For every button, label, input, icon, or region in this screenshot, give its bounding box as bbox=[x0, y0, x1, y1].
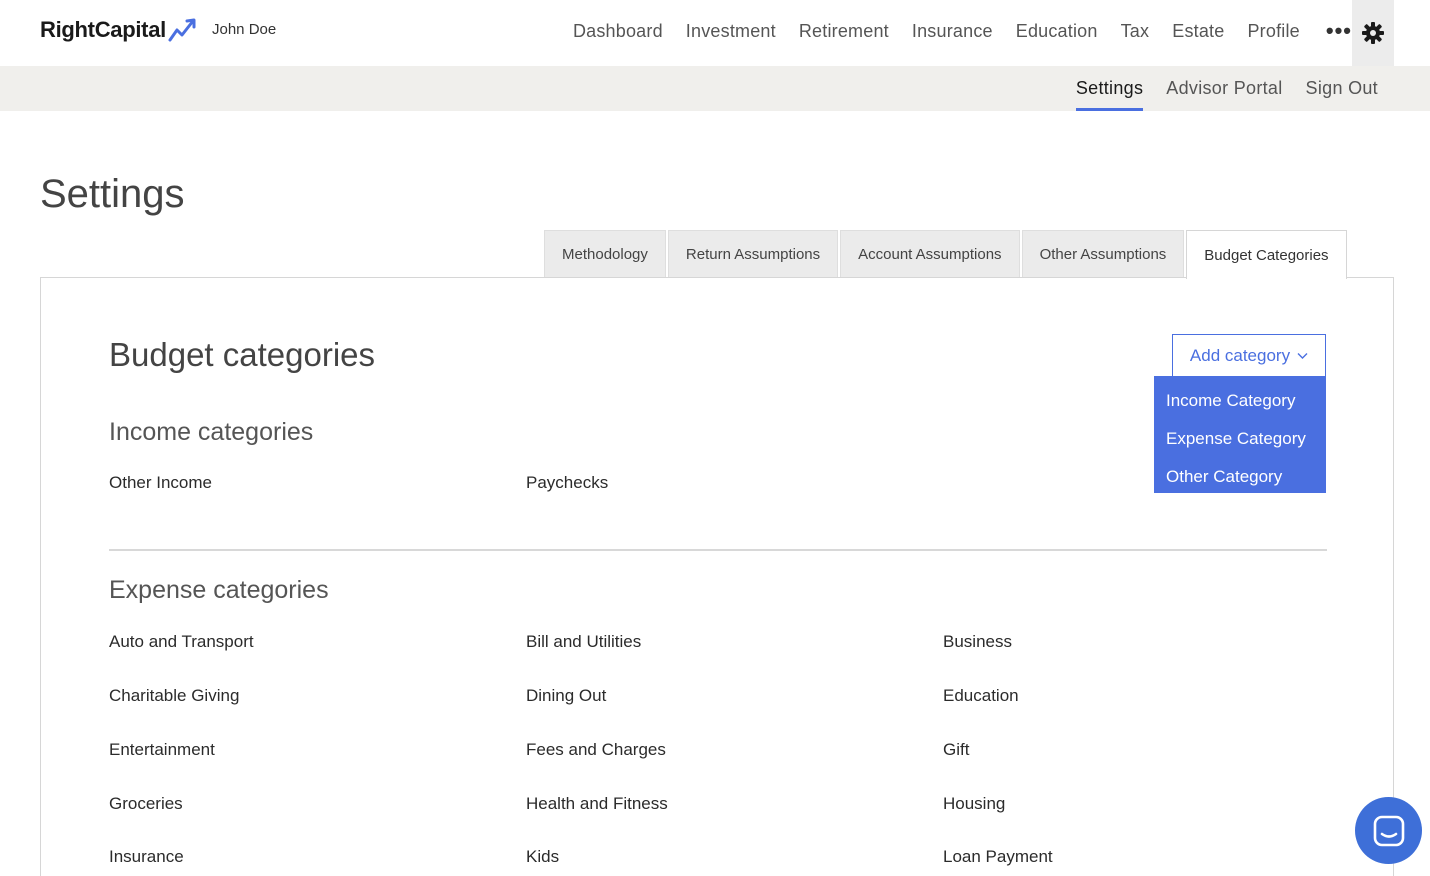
expense-category-item[interactable]: Education bbox=[943, 686, 1019, 706]
section-divider bbox=[109, 549, 1327, 551]
expense-category-item[interactable]: Dining Out bbox=[526, 686, 606, 706]
expense-category-item[interactable]: Business bbox=[943, 632, 1012, 652]
secondary-nav: Settings Advisor Portal Sign Out bbox=[1053, 66, 1378, 111]
settings-gear-button[interactable] bbox=[1352, 0, 1394, 66]
expense-category-item[interactable]: Housing bbox=[943, 794, 1005, 814]
menu-item-expense-category[interactable]: Expense Category bbox=[1154, 420, 1326, 458]
nav-tax[interactable]: Tax bbox=[1121, 21, 1150, 42]
main-nav: Dashboard Investment Retirement Insuranc… bbox=[550, 0, 1352, 62]
nav-education[interactable]: Education bbox=[1016, 21, 1098, 42]
subnav-settings[interactable]: Settings bbox=[1075, 66, 1144, 111]
nav-insurance[interactable]: Insurance bbox=[912, 21, 993, 42]
add-category-label: Add category bbox=[1189, 345, 1291, 365]
income-category-item[interactable]: Paychecks bbox=[526, 473, 608, 493]
expense-category-item[interactable]: Health and Fitness bbox=[526, 794, 668, 814]
income-category-item[interactable]: Other Income bbox=[109, 473, 212, 493]
tab-account-assumptions[interactable]: Account Assumptions bbox=[840, 230, 1020, 278]
nav-profile[interactable]: Profile bbox=[1247, 21, 1299, 42]
expense-category-item[interactable]: Insurance bbox=[109, 847, 184, 867]
budget-categories-panel: Budget categories Income categories Othe… bbox=[40, 277, 1394, 876]
brand-logo[interactable]: RightCapital bbox=[40, 16, 198, 44]
trend-arrow-icon bbox=[168, 18, 196, 42]
chevron-down-icon bbox=[1297, 353, 1308, 359]
gear-icon bbox=[1362, 22, 1384, 44]
brand-name: RightCapital bbox=[40, 17, 166, 42]
expense-category-item[interactable]: Entertainment bbox=[109, 740, 215, 760]
panel-title: Budget categories bbox=[109, 336, 376, 373]
secondary-header: Settings Advisor Portal Sign Out bbox=[0, 66, 1430, 111]
menu-item-income-category[interactable]: Income Category bbox=[1154, 382, 1326, 420]
page-title: Settings bbox=[40, 172, 185, 216]
more-horizontal-icon[interactable]: ••• bbox=[1326, 18, 1352, 44]
subnav-sign-out[interactable]: Sign Out bbox=[1306, 66, 1378, 111]
expense-category-item[interactable]: Fees and Charges bbox=[526, 740, 666, 760]
expense-category-item[interactable]: Groceries bbox=[109, 794, 183, 814]
add-category-button[interactable]: Add category bbox=[1172, 334, 1326, 377]
nav-dashboard[interactable]: Dashboard bbox=[573, 21, 663, 42]
nav-investment[interactable]: Investment bbox=[686, 21, 776, 42]
tab-other-assumptions[interactable]: Other Assumptions bbox=[1021, 230, 1185, 278]
chat-icon bbox=[1373, 815, 1404, 846]
nav-estate[interactable]: Estate bbox=[1172, 21, 1224, 42]
expense-category-item[interactable]: Auto and Transport bbox=[109, 632, 254, 652]
expense-category-item[interactable]: Charitable Giving bbox=[109, 686, 239, 706]
settings-tabs: Methodology Return Assumptions Account A… bbox=[544, 230, 1349, 279]
chat-launcher-button[interactable] bbox=[1355, 797, 1422, 864]
tab-return-assumptions[interactable]: Return Assumptions bbox=[667, 230, 839, 278]
client-name[interactable]: John Doe bbox=[212, 21, 276, 38]
expense-category-item[interactable]: Bill and Utilities bbox=[526, 632, 641, 652]
tab-budget-categories[interactable]: Budget Categories bbox=[1186, 230, 1347, 279]
expense-section-title: Expense categories bbox=[109, 576, 329, 604]
expense-category-item[interactable]: Kids bbox=[526, 847, 559, 867]
subnav-advisor-portal[interactable]: Advisor Portal bbox=[1166, 66, 1282, 111]
menu-item-other-category[interactable]: Other Category bbox=[1154, 458, 1326, 496]
income-section-title: Income categories bbox=[109, 418, 314, 446]
nav-retirement[interactable]: Retirement bbox=[799, 21, 889, 42]
add-category-menu: Income Category Expense Category Other C… bbox=[1154, 376, 1326, 493]
expense-category-item[interactable]: Gift bbox=[943, 740, 969, 760]
top-header: RightCapital John Doe Dashboard Investme… bbox=[0, 0, 1430, 66]
tab-methodology[interactable]: Methodology bbox=[544, 230, 666, 278]
expense-category-item[interactable]: Loan Payment bbox=[943, 847, 1053, 867]
